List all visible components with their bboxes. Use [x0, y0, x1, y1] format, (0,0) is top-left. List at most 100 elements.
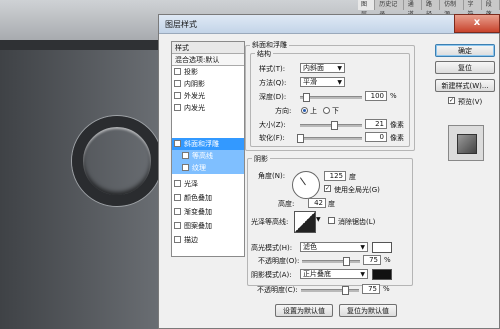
new-style-button[interactable]: 新建样式(W)...	[435, 79, 495, 92]
style-item-texture[interactable]: 纹理	[172, 162, 244, 174]
soften-input[interactable]: 0	[365, 132, 387, 142]
technique-select[interactable]: 平滑 ▼	[300, 77, 345, 87]
shadow-opacity-input[interactable]: 75	[362, 284, 380, 294]
style-item-inner-glow[interactable]: 内发光	[172, 102, 244, 114]
chevron-down-icon[interactable]: ▼	[316, 216, 321, 223]
highlight-opacity-input[interactable]: 75	[363, 255, 381, 265]
checkbox-icon[interactable]	[174, 236, 181, 243]
ok-button[interactable]: 确定	[435, 44, 495, 57]
reset-default-button[interactable]: 复位为默认值	[339, 304, 397, 317]
slider-knob[interactable]	[341, 286, 349, 295]
chevron-down-icon: ▼	[337, 79, 342, 86]
tab-history[interactable]: 历史记录	[376, 0, 404, 18]
style-item-label: 渐变叠加	[184, 208, 212, 216]
reset-button[interactable]: 复位	[435, 61, 495, 74]
gloss-contour-picker[interactable]	[294, 211, 316, 233]
style-item-label: 外发光	[184, 92, 205, 100]
checkbox-icon[interactable]	[174, 180, 181, 187]
dialog-titlebar[interactable]: 图层样式 x	[159, 14, 500, 34]
select-value: 正片叠底	[303, 270, 331, 278]
slider-knob[interactable]	[297, 134, 304, 143]
altitude-input[interactable]: 42	[308, 198, 326, 208]
style-item-pattern-overlay[interactable]: 图案叠加	[172, 220, 244, 232]
direction-down-radio[interactable]	[323, 107, 330, 114]
shadow-opacity-label: 不透明度(C):	[257, 286, 298, 294]
tab-character[interactable]: 字符	[465, 0, 482, 18]
style-item-label: 描边	[184, 236, 198, 244]
shadow-mode-select[interactable]: 正片叠底 ▼	[300, 269, 368, 279]
checkbox-icon[interactable]	[174, 92, 181, 99]
layer-style-dialog: 图层样式 x 样式 混合选项:默认 投影 内阴影 外发光 内发光 ✓ 斜面和浮雕 …	[158, 14, 500, 329]
ring-shape	[72, 116, 162, 206]
size-slider[interactable]	[300, 121, 362, 130]
style-item-label: 投影	[184, 68, 198, 76]
depth-input[interactable]: 100	[365, 91, 387, 101]
depth-unit: %	[390, 92, 397, 100]
tab-clone-source[interactable]: 仿制源	[441, 0, 464, 18]
style-select[interactable]: 内斜面 ▼	[300, 63, 345, 73]
chevron-down-icon: ▼	[360, 271, 365, 278]
preview-label: 预览(V)	[458, 98, 483, 106]
direction-down-label: 下	[332, 107, 339, 115]
depth-slider[interactable]	[300, 93, 362, 102]
style-item-label: 等高线	[192, 152, 213, 160]
tab-layers[interactable]: 图层	[358, 0, 376, 18]
style-item-color-overlay[interactable]: 颜色叠加	[172, 192, 244, 204]
slider-knob[interactable]	[331, 121, 339, 130]
checkbox-icon[interactable]	[182, 164, 189, 171]
shadow-opacity-slider[interactable]	[301, 286, 359, 295]
tab-channels[interactable]: 通道	[405, 0, 422, 18]
checkbox-icon[interactable]	[174, 222, 181, 229]
slider-knob[interactable]	[303, 93, 311, 102]
soften-slider[interactable]	[297, 134, 362, 143]
style-item-blending-options[interactable]: 混合选项:默认	[172, 54, 244, 66]
soften-label: 软化(F):	[259, 134, 285, 142]
antialias-checkbox[interactable]	[328, 217, 335, 224]
style-item-gradient-overlay[interactable]: 渐变叠加	[172, 206, 244, 218]
size-label: 大小(Z):	[259, 121, 286, 129]
style-item-inner-shadow[interactable]: 内阴影	[172, 78, 244, 90]
panel-tabs: 图层 历史记录 通道 路径 仿制源 字符 段落	[358, 0, 500, 18]
chevron-down-icon: ▼	[337, 65, 342, 72]
highlight-mode-select[interactable]: 滤色 ▼	[300, 242, 368, 252]
style-item-satin[interactable]: 光泽	[172, 178, 244, 190]
close-button[interactable]: x	[454, 14, 500, 33]
highlight-opacity-slider[interactable]	[302, 257, 360, 266]
style-item-label: 纹理	[192, 164, 206, 172]
checkbox-icon[interactable]	[174, 104, 181, 111]
set-default-button[interactable]: 设置为默认值	[275, 304, 333, 317]
shadow-opacity-unit: %	[383, 285, 390, 293]
highlight-color-swatch[interactable]	[372, 242, 392, 253]
shadow-color-swatch[interactable]	[372, 269, 392, 280]
checkbox-icon[interactable]	[174, 194, 181, 201]
style-item-label: 光泽	[184, 180, 198, 188]
altitude-label: 高度:	[278, 200, 295, 208]
checkmark-icon[interactable]: ✓	[174, 140, 181, 147]
direction-up-radio[interactable]	[301, 107, 308, 114]
style-item-stroke[interactable]: 描边	[172, 234, 244, 246]
soften-unit: 像素	[390, 134, 404, 142]
angle-input[interactable]: 125	[324, 171, 346, 181]
style-item-bevel-emboss[interactable]: ✓ 斜面和浮雕	[172, 138, 244, 150]
style-item-drop-shadow[interactable]: 投影	[172, 66, 244, 78]
checkbox-icon[interactable]	[182, 152, 189, 159]
select-value: 平滑	[303, 78, 317, 86]
checkbox-icon[interactable]	[174, 80, 181, 87]
size-input[interactable]: 21	[365, 119, 387, 129]
checkbox-icon[interactable]	[174, 68, 181, 75]
slider-knob[interactable]	[342, 257, 350, 266]
tab-paths[interactable]: 路径	[423, 0, 441, 18]
style-item-outer-glow[interactable]: 外发光	[172, 90, 244, 102]
chevron-down-icon: ▼	[360, 244, 365, 251]
style-item-contour[interactable]: 等高线	[172, 150, 244, 162]
style-list-header: 样式	[172, 42, 244, 54]
angle-unit: 度	[349, 173, 356, 181]
shadow-mode-label: 阴影模式(A):	[251, 271, 292, 279]
tab-paragraph[interactable]: 段落	[483, 0, 500, 18]
select-value: 滤色	[303, 243, 317, 251]
angle-label: 角度(N):	[258, 172, 286, 180]
angle-dial[interactable]	[292, 171, 320, 199]
global-light-checkbox[interactable]: ✓	[324, 185, 331, 192]
checkbox-icon[interactable]	[174, 208, 181, 215]
preview-checkbox[interactable]: ✓	[448, 97, 455, 104]
